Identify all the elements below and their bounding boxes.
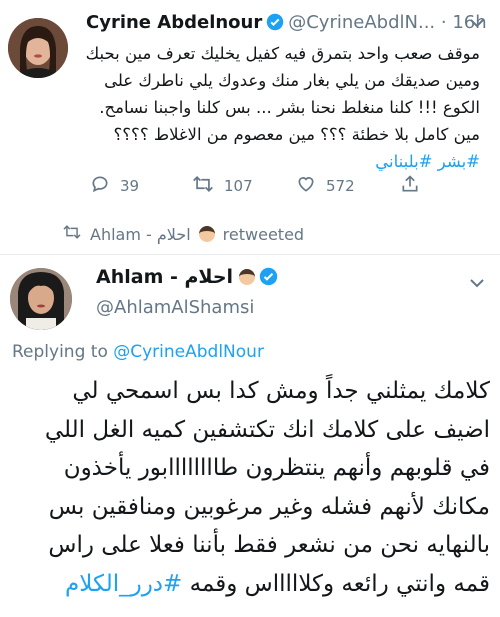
chevron-down-icon[interactable] <box>468 274 486 296</box>
tweet-header: Cyrine Abdelnour @CyrineAbdlN... · 16h <box>86 12 487 36</box>
reply-icon <box>90 174 110 198</box>
author-name[interactable]: Cyrine Abdelnour <box>86 12 262 33</box>
retweeter-name[interactable]: Ahlam - احلام <box>90 225 191 244</box>
replying-mention[interactable]: @CyrineAbdlNour <box>113 342 264 362</box>
tweet-header: Ahlam - احلام @AhlamAlShamsi <box>96 266 282 318</box>
retweet-label: retweeted <box>222 224 305 244</box>
tweet-text-body: موقف صعب واحد بتمرق فيه كفيل يخليك تعرف … <box>85 44 480 144</box>
retweet-button[interactable]: 107 <box>192 174 253 198</box>
tweet-text-body: كلامك يمثلني جداً ومش كدا بس اسمحي لي اض… <box>44 378 490 597</box>
retweeted-tweet[interactable]: Cyrine Abdelnour @CyrineAbdlN... · 16h م… <box>0 0 500 210</box>
tweet-text: كلامك يمثلني جداً ومش كدا بس اسمحي لي اض… <box>10 372 490 603</box>
tweet-hashtags[interactable]: #بشر #بلبناني <box>375 152 480 171</box>
retweet-count: 107 <box>224 177 253 195</box>
girl-emoji-icon <box>198 226 215 242</box>
share-button[interactable] <box>400 174 420 198</box>
retweet-icon <box>62 224 82 244</box>
verified-badge-icon <box>259 267 278 291</box>
author-handle[interactable]: @CyrineAbdlN... <box>288 12 435 33</box>
tweet-text: موقف صعب واحد بتمرق فيه كفيل يخليك تعرف … <box>82 40 480 175</box>
avatar[interactable] <box>10 268 72 330</box>
replying-prefix: Replying to <box>12 342 108 362</box>
chevron-down-icon[interactable] <box>468 14 486 36</box>
avatar[interactable] <box>8 18 68 78</box>
girl-emoji-icon <box>239 269 256 285</box>
retweet-context[interactable]: Ahlam - احلام retweeted <box>62 224 304 244</box>
author-name[interactable]: Ahlam - احلام <box>96 266 233 288</box>
share-icon <box>400 174 420 198</box>
replying-to: Replying to @CyrineAbdlNour <box>12 342 264 362</box>
like-count: 572 <box>326 177 355 195</box>
verified-badge-icon <box>266 13 284 36</box>
tweet-hashtag[interactable]: #درر_الكلام <box>65 571 182 597</box>
author-handle[interactable]: @AhlamAlShamsi <box>96 297 282 318</box>
reply-count: 39 <box>120 177 140 195</box>
divider <box>0 254 500 255</box>
retweet-icon <box>192 174 214 198</box>
like-button[interactable]: 572 <box>296 174 355 198</box>
tweet-actions: 39 107 572 <box>82 174 482 198</box>
reply-button[interactable]: 39 <box>90 174 139 198</box>
heart-icon <box>296 174 316 198</box>
